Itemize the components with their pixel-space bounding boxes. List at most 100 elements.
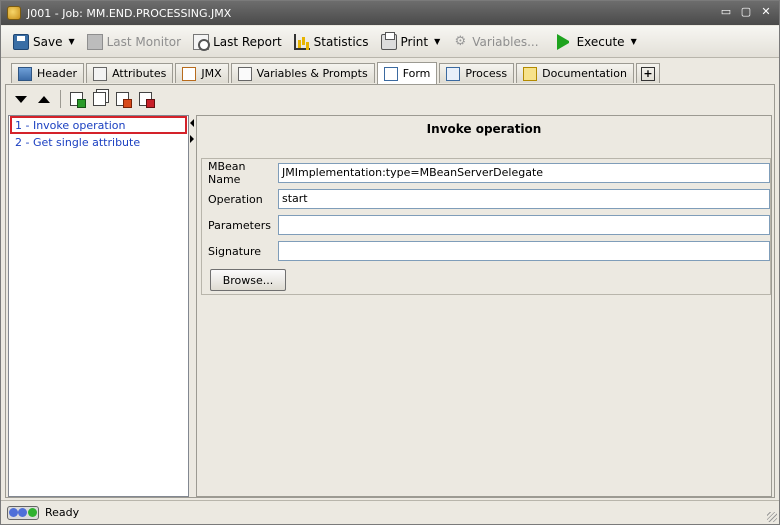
tab-documentation[interactable]: Documentation bbox=[516, 63, 634, 83]
operation-form: Invoke operation MBean Name JMImplementa… bbox=[196, 115, 772, 497]
operation-label: Operation bbox=[208, 192, 263, 206]
form-tab-content: 1 - Invoke operation 2 - Get single attr… bbox=[5, 84, 775, 498]
tab-header[interactable]: Header bbox=[11, 63, 85, 83]
form-title: Invoke operation bbox=[426, 122, 542, 136]
save-button[interactable]: Save ▼ bbox=[9, 30, 79, 54]
status-bar: Ready bbox=[1, 500, 779, 524]
app-icon bbox=[7, 6, 21, 20]
signature-row: Signature bbox=[208, 241, 770, 261]
expand-right-icon[interactable] bbox=[190, 135, 194, 143]
job-window: J001 - Job: MM.END.PROCESSING.JMX ▭ ▢ ✕ … bbox=[0, 0, 780, 525]
add-tab-button[interactable]: + bbox=[635, 63, 660, 83]
form-toolbar bbox=[6, 85, 774, 113]
browse-button[interactable]: Browse... bbox=[210, 269, 286, 291]
delete-item-icon bbox=[138, 92, 155, 108]
execute-dropdown-icon[interactable]: ▼ bbox=[631, 37, 637, 46]
arrow-up-icon bbox=[38, 95, 50, 103]
print-icon bbox=[380, 31, 397, 50]
statistics-label: Statistics bbox=[313, 34, 369, 49]
add-item-icon bbox=[69, 92, 86, 108]
plus-icon: + bbox=[640, 66, 655, 81]
minimize-icon[interactable]: ▭ bbox=[719, 5, 733, 19]
status-text: Ready bbox=[45, 506, 80, 519]
report-icon bbox=[193, 33, 211, 51]
print-label: Print bbox=[400, 34, 429, 49]
move-up-button[interactable] bbox=[35, 90, 53, 108]
monitor-icon bbox=[86, 33, 103, 50]
execute-label: Execute bbox=[576, 34, 625, 49]
last-monitor-label: Last Monitor bbox=[106, 34, 182, 49]
parameters-label: Parameters bbox=[208, 218, 271, 232]
save-label: Save bbox=[33, 34, 63, 49]
print-dropdown-icon[interactable]: ▼ bbox=[434, 37, 440, 46]
tab-jmx-label: JMX bbox=[201, 67, 222, 80]
last-monitor-button[interactable]: Last Monitor bbox=[83, 30, 185, 54]
variables-label: Variables... bbox=[472, 34, 539, 49]
move-down-button[interactable] bbox=[12, 90, 30, 108]
tab-form-label: Form bbox=[402, 67, 431, 80]
last-report-label: Last Report bbox=[213, 34, 282, 49]
variables-prompts-icon bbox=[237, 66, 252, 81]
mbean-name-label: MBean Name bbox=[208, 160, 246, 186]
print-button[interactable]: Print ▼ bbox=[377, 30, 445, 54]
mbean-name-input[interactable]: JMImplementation:type=MBeanServerDelegat… bbox=[278, 163, 770, 183]
signature-input[interactable] bbox=[278, 241, 770, 261]
tab-process-label: Process bbox=[465, 67, 508, 80]
title-bar[interactable]: J001 - Job: MM.END.PROCESSING.JMX ▭ ▢ ✕ bbox=[1, 1, 779, 25]
attributes-icon bbox=[93, 66, 108, 81]
tab-form[interactable]: Form bbox=[376, 62, 438, 84]
status-light bbox=[18, 508, 28, 517]
tab-bar: Header Attributes JMX Variables & Prompt… bbox=[11, 61, 662, 84]
execute-icon bbox=[556, 33, 573, 50]
jmx-icon bbox=[182, 66, 197, 81]
operation-row: Operation start bbox=[208, 189, 770, 209]
copy-item-button[interactable] bbox=[90, 90, 108, 108]
status-light bbox=[27, 508, 37, 517]
main-toolbar: Save ▼ Last Monitor Last Report Statisti… bbox=[1, 26, 779, 58]
tab-attributes-label: Attributes bbox=[112, 67, 167, 80]
variables-icon: ⚙ bbox=[454, 33, 467, 49]
statistics-button[interactable]: Statistics bbox=[290, 30, 373, 54]
collapse-left-icon[interactable] bbox=[190, 119, 194, 127]
operation-input[interactable]: start bbox=[278, 189, 770, 209]
tab-jmx[interactable]: JMX bbox=[175, 63, 229, 83]
delete-item-button[interactable] bbox=[136, 90, 155, 108]
copy-icon bbox=[92, 92, 106, 106]
form-icon bbox=[383, 66, 398, 81]
maximize-icon[interactable]: ▢ bbox=[739, 5, 753, 19]
status-light bbox=[9, 508, 19, 517]
process-icon bbox=[446, 66, 461, 81]
add-item-button[interactable] bbox=[67, 90, 86, 108]
list-item[interactable]: 2 - Get single attribute bbox=[9, 134, 188, 152]
tab-variables-prompts[interactable]: Variables & Prompts bbox=[230, 63, 375, 83]
list-item[interactable]: 1 - Invoke operation bbox=[10, 116, 187, 134]
arrow-down-icon bbox=[15, 95, 27, 103]
tab-documentation-label: Documentation bbox=[542, 67, 627, 80]
edit-item-icon bbox=[115, 92, 132, 108]
documentation-icon bbox=[523, 66, 538, 81]
tab-header-label: Header bbox=[37, 67, 78, 80]
signature-label: Signature bbox=[208, 244, 262, 258]
header-icon bbox=[18, 66, 32, 81]
last-report-button[interactable]: Last Report bbox=[189, 30, 286, 54]
resize-grip-icon[interactable] bbox=[767, 512, 777, 522]
form-fields-group: MBean Name JMImplementation:type=MBeanSe… bbox=[201, 158, 771, 295]
tab-variables-prompts-label: Variables & Prompts bbox=[256, 67, 368, 80]
variables-button[interactable]: ⚙ Variables... bbox=[448, 30, 542, 54]
parameters-row: Parameters bbox=[208, 215, 770, 235]
mbean-name-row: MBean Name JMImplementation:type=MBeanSe… bbox=[208, 160, 770, 186]
save-icon bbox=[13, 33, 29, 50]
save-dropdown-icon[interactable]: ▼ bbox=[68, 37, 74, 46]
tab-attributes[interactable]: Attributes bbox=[86, 63, 174, 83]
edit-item-button[interactable] bbox=[113, 90, 132, 108]
status-lights-icon bbox=[7, 505, 39, 520]
panel-splitter[interactable] bbox=[189, 115, 196, 497]
parameters-input[interactable] bbox=[278, 215, 770, 235]
close-icon[interactable]: ✕ bbox=[759, 5, 773, 19]
tab-process[interactable]: Process bbox=[439, 63, 515, 83]
operation-list: 1 - Invoke operation 2 - Get single attr… bbox=[8, 115, 189, 497]
window-title: J001 - Job: MM.END.PROCESSING.JMX bbox=[27, 6, 232, 20]
toolbar-divider bbox=[60, 90, 61, 108]
window-controls: ▭ ▢ ✕ bbox=[719, 5, 773, 19]
execute-button[interactable]: Execute ▼ bbox=[553, 30, 641, 54]
